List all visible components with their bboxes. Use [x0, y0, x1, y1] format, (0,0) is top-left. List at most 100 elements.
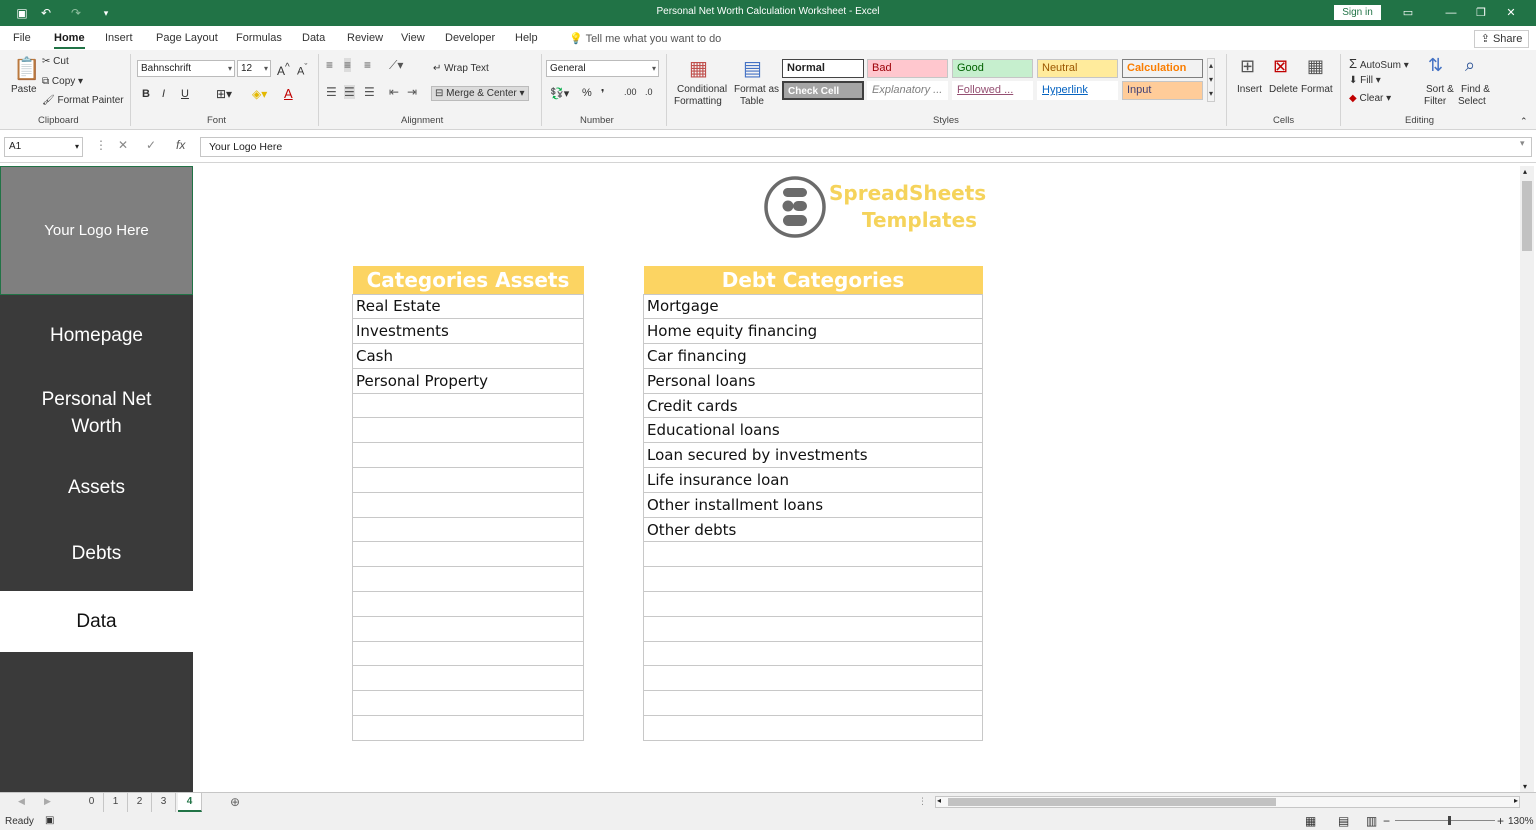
cancel-icon[interactable]: ✕ — [118, 138, 128, 152]
borders-icon[interactable]: ⊞▾ — [216, 87, 232, 101]
format-as-table-button[interactable]: Format as — [734, 84, 779, 95]
number-format-select[interactable]: General ▾ — [546, 60, 659, 77]
sheet-tab-4[interactable]: 4 — [178, 793, 202, 812]
zoom-in-icon[interactable]: + — [1497, 814, 1504, 828]
asset-category-cell[interactable] — [352, 392, 584, 419]
asset-category-cell[interactable] — [352, 516, 584, 543]
vertical-scroll-thumb[interactable] — [1522, 181, 1532, 251]
asset-category-cell[interactable] — [352, 566, 584, 593]
tab-split-handle-icon[interactable]: ⋮ — [918, 796, 927, 807]
debt-category-cell[interactable]: Personal loans — [643, 367, 983, 394]
find-select-button[interactable]: Find & — [1461, 84, 1490, 95]
debt-category-cell[interactable]: Mortgage — [643, 293, 983, 320]
debt-category-cell[interactable] — [643, 566, 983, 593]
debt-category-cell[interactable] — [643, 715, 983, 741]
logo-placeholder-cell[interactable]: Your Logo Here — [0, 166, 193, 295]
grow-font-icon[interactable]: A^ — [277, 62, 290, 78]
align-top-icon[interactable]: ≡ — [326, 58, 333, 72]
sort-filter-button-line2[interactable]: Filter — [1424, 96, 1446, 107]
copy-button[interactable]: ⧉ Copy ▾ — [42, 76, 83, 87]
zoom-level[interactable]: 130% — [1508, 816, 1534, 827]
scroll-down-icon[interactable]: ▾ — [1523, 782, 1527, 791]
tell-me-box[interactable]: 💡 Tell me what you want to do — [569, 32, 721, 45]
minimize-icon[interactable]: — — [1436, 3, 1466, 23]
percent-button[interactable]: % — [582, 87, 592, 99]
insert-function-icon[interactable]: fx — [176, 138, 185, 152]
clear-button[interactable]: ◆ Clear ▾ — [1349, 93, 1391, 104]
nav-homepage[interactable]: Homepage — [0, 318, 193, 354]
cut-button[interactable]: ✂ Cut — [42, 56, 69, 67]
style-neutral[interactable]: Neutral — [1037, 59, 1118, 78]
insert-cells-button[interactable]: Insert — [1237, 84, 1262, 95]
font-color-icon[interactable]: A — [284, 86, 293, 101]
menu-page-layout[interactable]: Page Layout — [156, 32, 218, 44]
scroll-up-icon[interactable]: ▴ — [1523, 167, 1527, 176]
nav-debts[interactable]: Debts — [0, 536, 193, 572]
horizontal-scroll-thumb[interactable] — [948, 798, 1276, 806]
style-check-cell[interactable]: Check Cell — [782, 81, 864, 100]
fill-button[interactable]: ⬇ Fill ▾ — [1349, 75, 1381, 86]
normal-view-icon[interactable]: ▦ — [1305, 814, 1316, 828]
autosum-button[interactable]: Σ AutoSum ▾ — [1349, 56, 1409, 71]
style-hyperlink[interactable]: Hyperlink — [1037, 81, 1118, 100]
paste-button[interactable]: Paste — [11, 84, 37, 95]
format-cells-button[interactable]: Format — [1301, 84, 1333, 95]
increase-decimal-icon[interactable]: .00 — [624, 87, 637, 97]
page-layout-view-icon[interactable]: ▤ — [1338, 814, 1349, 828]
sheet-tab-1[interactable]: 1 — [104, 793, 128, 812]
style-explanatory[interactable]: Explanatory ... — [867, 81, 948, 100]
debt-category-cell[interactable] — [643, 541, 983, 568]
font-name-select[interactable]: Bahnschrift ▾ — [137, 60, 235, 77]
asset-category-cell[interactable] — [352, 541, 584, 568]
style-input[interactable]: Input — [1122, 81, 1203, 100]
debt-category-cell[interactable]: Other debts — [643, 516, 983, 543]
macro-recording-icon[interactable]: ▣ — [45, 815, 54, 826]
scroll-left-icon[interactable]: ◂ — [937, 796, 941, 805]
italic-button[interactable]: I — [162, 88, 165, 100]
sort-filter-button[interactable]: Sort & — [1426, 84, 1454, 95]
align-right-icon[interactable]: ☰ — [364, 85, 375, 99]
debt-category-cell[interactable]: Car financing — [643, 343, 983, 369]
conditional-formatting-button[interactable]: Conditional — [677, 84, 727, 95]
increase-indent-icon[interactable]: ⇥ — [407, 85, 417, 99]
styles-scroll-icon[interactable]: ▴ ▾ ▾ — [1207, 58, 1216, 102]
align-middle-icon[interactable]: ≡ — [344, 58, 352, 72]
formula-input[interactable]: Your Logo Here — [200, 137, 1532, 157]
enter-icon[interactable]: ✓ — [146, 138, 156, 152]
asset-category-cell[interactable] — [352, 665, 584, 692]
asset-category-cell[interactable]: Personal Property — [352, 367, 584, 394]
style-bad[interactable]: Bad — [867, 59, 948, 78]
next-sheet-icon[interactable]: ▶ — [44, 796, 51, 807]
debt-category-cell[interactable]: Loan secured by investments — [643, 442, 983, 469]
conditional-formatting-button-line2[interactable]: Formatting — [674, 96, 722, 107]
nav-data[interactable]: Data — [0, 591, 193, 652]
asset-category-cell[interactable] — [352, 467, 584, 493]
decrease-indent-icon[interactable]: ⇤ — [389, 85, 399, 99]
underline-button[interactable]: U — [181, 88, 189, 100]
menu-data[interactable]: Data — [302, 32, 325, 44]
style-good[interactable]: Good — [952, 59, 1033, 78]
debt-category-cell[interactable] — [643, 615, 983, 642]
menu-view[interactable]: View — [401, 32, 425, 44]
debt-category-cell[interactable] — [643, 640, 983, 667]
asset-category-cell[interactable] — [352, 690, 584, 717]
delete-cells-button[interactable]: Delete — [1269, 84, 1298, 95]
debt-category-cell[interactable]: Credit cards — [643, 392, 983, 419]
vertical-scrollbar[interactable]: ▴ ▾ — [1520, 166, 1534, 792]
debt-category-cell[interactable]: Life insurance loan — [643, 467, 983, 493]
asset-category-cell[interactable] — [352, 591, 584, 617]
asset-category-cell[interactable] — [352, 640, 584, 667]
debt-category-cell[interactable]: Home equity financing — [643, 318, 983, 345]
close-icon[interactable]: ✕ — [1496, 3, 1526, 23]
collapse-ribbon-icon[interactable]: ⌃ — [1520, 116, 1528, 127]
asset-category-cell[interactable] — [352, 491, 584, 518]
asset-category-cell[interactable]: Cash — [352, 343, 584, 369]
asset-category-cell[interactable] — [352, 615, 584, 642]
menu-review[interactable]: Review — [347, 32, 383, 44]
share-button[interactable]: ⇪ Share — [1474, 30, 1529, 48]
align-bottom-icon[interactable]: ≡ — [364, 58, 371, 72]
asset-category-cell[interactable]: Real Estate — [352, 293, 584, 320]
merge-center-button[interactable]: ⊟ Merge & Center ▾ — [431, 86, 529, 101]
nav-personal-net-worth[interactable]: Personal Net Worth — [0, 386, 193, 442]
bold-button[interactable]: B — [142, 88, 150, 100]
